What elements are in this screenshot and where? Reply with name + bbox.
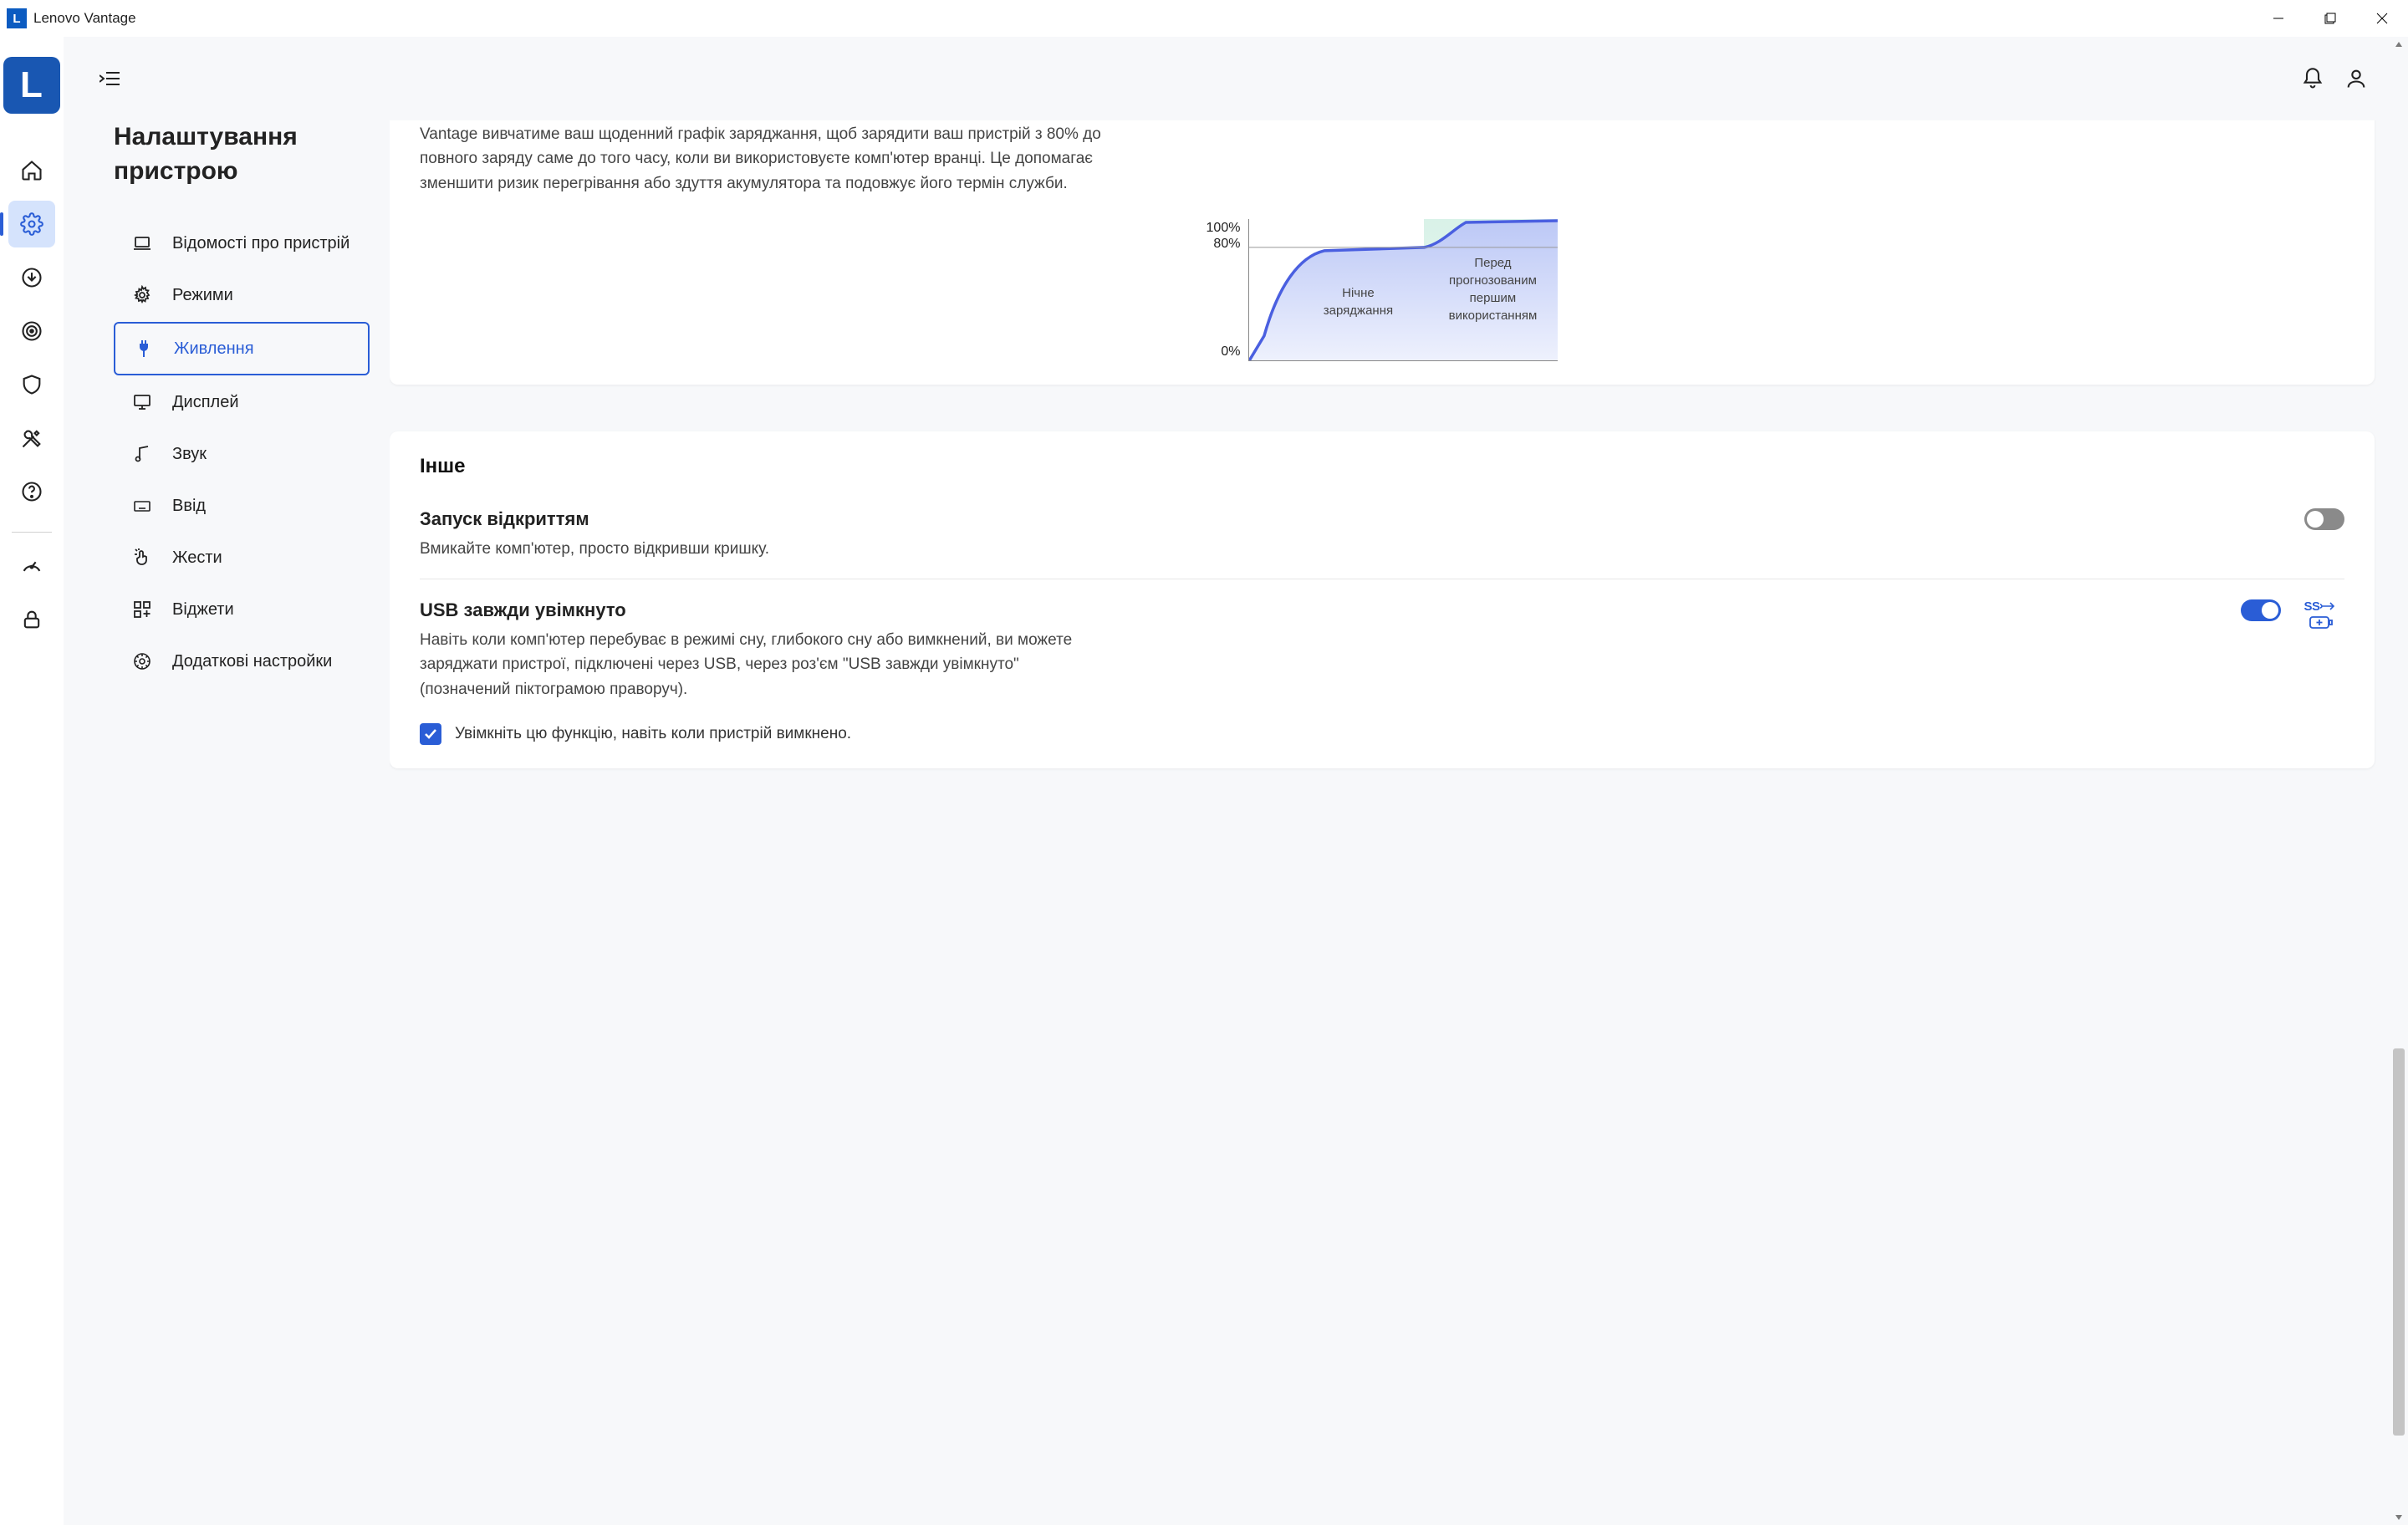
- hand-tap-icon: [130, 546, 154, 569]
- window-minimize-button[interactable]: [2252, 0, 2304, 37]
- rail-smart[interactable]: [8, 308, 55, 354]
- window-titlebar: L Lenovo Vantage: [0, 0, 2408, 37]
- other-section-heading: Інше: [420, 455, 2344, 478]
- music-note-icon: [130, 442, 154, 466]
- top-toolbar: [64, 37, 2408, 120]
- page-title: Налаштування пристрою: [114, 120, 370, 188]
- usb-always-on-even-off-label: Увімкніть цю функцію, навіть коли пристр…: [455, 725, 851, 743]
- settings-cards: Нічне заряджання акумулятора Vantage вив…: [390, 120, 2408, 1525]
- subnav-item-label: Режими: [172, 284, 233, 306]
- collapse-sidebar-button[interactable]: [94, 62, 127, 95]
- chart-caption-right: Перед прогнозованим першим використанням: [1434, 254, 1551, 324]
- subnav-item-label: Звук: [172, 443, 207, 465]
- chart-ylabel-100: 100%: [1207, 221, 1241, 236]
- subnav-item-label: Додаткові настройки: [172, 650, 332, 672]
- subnav-widgets[interactable]: Віджети: [114, 584, 370, 635]
- subnav-item-label: Жести: [172, 547, 222, 569]
- night-charge-chart: 100% 80% 0%: [420, 219, 2344, 361]
- usb-ss-icon: SS: [2298, 599, 2344, 630]
- subnav-item-label: Дисплей: [172, 391, 239, 413]
- flip-to-start-toggle[interactable]: [2304, 508, 2344, 530]
- laptop-icon: [130, 232, 154, 255]
- subnav-item-label: Віджети: [172, 599, 234, 620]
- window-title: Lenovo Vantage: [33, 10, 136, 27]
- rail-performance[interactable]: [8, 543, 55, 589]
- subnav-item-label: Ввід: [172, 495, 206, 517]
- subnav-power[interactable]: Живлення: [114, 322, 370, 375]
- monitor-icon: [130, 390, 154, 414]
- subnav-item-label: Відомості про пристрій: [172, 232, 349, 254]
- chart-caption-left: Нічне заряджання: [1308, 284, 1408, 319]
- subnav-item-label: Живлення: [174, 338, 254, 360]
- device-settings-subnav: Налаштування пристрою Відомості про прис…: [64, 120, 390, 1525]
- rail-device-settings[interactable]: [8, 201, 55, 247]
- rail-privacy[interactable]: [8, 596, 55, 643]
- subnav-input[interactable]: Ввід: [114, 481, 370, 531]
- account-button[interactable]: [2334, 57, 2378, 100]
- brand-logo[interactable]: L: [3, 57, 60, 114]
- usb-always-on-toggle[interactable]: [2241, 599, 2281, 621]
- advanced-settings-icon: [130, 650, 154, 673]
- chart-ylabel-80: 80%: [1213, 237, 1240, 252]
- rail-updates[interactable]: [8, 254, 55, 301]
- scrollbar-thumb[interactable]: [2393, 1048, 2405, 1436]
- main-content: Налаштування пристрою Відомості про прис…: [64, 37, 2408, 1525]
- window-close-button[interactable]: [2356, 0, 2408, 37]
- rail-security[interactable]: [8, 361, 55, 408]
- rail-help[interactable]: [8, 468, 55, 515]
- window-maximize-button[interactable]: [2304, 0, 2356, 37]
- flip-to-start-desc: Вмикайте комп'ютер, просто відкривши кри…: [420, 537, 1105, 561]
- chart-ylabel-0: 0%: [1221, 344, 1240, 360]
- night-charge-desc: Vantage вивчатиме ваш щоденний графік за…: [420, 122, 1105, 196]
- subnav-gestures[interactable]: Жести: [114, 533, 370, 583]
- night-charge-card: Нічне заряджання акумулятора Vantage вив…: [390, 120, 2375, 385]
- plug-icon: [132, 337, 156, 360]
- app-icon: L: [7, 8, 27, 28]
- widgets-icon: [130, 598, 154, 621]
- notifications-button[interactable]: [2291, 57, 2334, 100]
- keyboard-icon: [130, 494, 154, 518]
- usb-always-on-desc: Навіть коли комп'ютер перебуває в режимі…: [420, 628, 1105, 701]
- subnav-display[interactable]: Дисплей: [114, 377, 370, 427]
- subnav-advanced-settings[interactable]: Додаткові настройки: [114, 636, 370, 686]
- usb-always-on-even-off-checkbox[interactable]: [420, 723, 441, 745]
- flip-to-start-title: Запуск відкриттям: [420, 508, 2304, 530]
- subnav-device-info[interactable]: Відомості про пристрій: [114, 218, 370, 268]
- subnav-modes[interactable]: Режими: [114, 270, 370, 320]
- usb-always-on-title: USB завжди увімкнуто: [420, 599, 2241, 621]
- rail-tools[interactable]: [8, 415, 55, 462]
- left-nav-rail: L: [0, 37, 64, 1525]
- rail-home[interactable]: [8, 147, 55, 194]
- gear-outline-icon: [130, 283, 154, 307]
- vertical-scrollbar[interactable]: [2391, 37, 2406, 1525]
- subnav-audio[interactable]: Звук: [114, 429, 370, 479]
- other-settings-card: Інше Запуск відкриттям Вмикайте комп'юте…: [390, 431, 2375, 768]
